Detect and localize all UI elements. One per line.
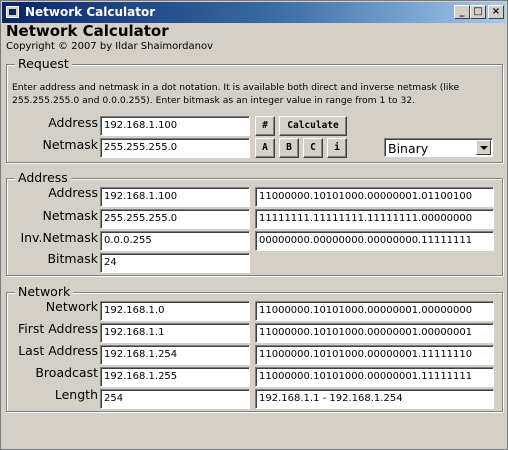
first-address-binary: 11000000.10101000.00000001.00000001: [255, 323, 494, 343]
class-b-button[interactable]: B: [279, 138, 299, 158]
address-value: 192.168.1.100: [100, 187, 250, 207]
network-legend: Network: [15, 284, 74, 299]
inv-netmask-binary: 00000000.00000000.00000000.11111111: [255, 231, 494, 251]
class-c-button[interactable]: C: [303, 138, 323, 158]
class-a-button[interactable]: A: [255, 138, 275, 158]
chevron-down-icon[interactable]: [476, 140, 491, 155]
calculate-button[interactable]: Calculate: [279, 116, 347, 136]
broadcast-binary: 11000000.10101000.00000001.11111111: [255, 367, 494, 387]
address-input-label: Address: [48, 115, 98, 130]
address-legend: Address: [15, 170, 71, 185]
address-input[interactable]: 192.168.1.100: [100, 116, 250, 136]
page-title: Network Calculator: [6, 22, 169, 40]
netmask-binary: 11111111.11111111.11111111.00000000: [255, 209, 494, 229]
bitmask-value: 24: [100, 253, 250, 273]
netmask-input-label: Netmask: [42, 137, 98, 152]
request-legend: Request: [15, 56, 72, 71]
address-label: Address: [48, 185, 98, 200]
network-binary: 11000000.10101000.00000001.00000000: [255, 301, 494, 321]
netmask-label: Netmask: [42, 208, 98, 223]
request-description: Enter address and netmask in a dot notat…: [12, 82, 460, 106]
last-address-binary: 11000000.10101000.00000001.11111110: [255, 345, 494, 365]
last-address-value: 192.168.1.254: [100, 345, 250, 365]
format-select[interactable]: Binary: [384, 138, 493, 157]
netmask-input[interactable]: 255.255.255.0: [100, 138, 250, 158]
netmask-value: 255.255.255.0: [100, 209, 250, 229]
broadcast-value: 192.168.1.255: [100, 367, 250, 387]
length-label: Length: [54, 387, 98, 402]
app-window: Network Calculator _ □ × Network Calcula…: [0, 0, 508, 450]
app-icon: [6, 6, 19, 18]
title-bar[interactable]: Network Calculator _ □ ×: [2, 2, 506, 23]
first-address-label: First Address: [17, 321, 98, 336]
broadcast-label: Broadcast: [35, 365, 98, 380]
inv-netmask-label: Inv.Netmask: [20, 230, 98, 245]
maximize-button[interactable]: □: [470, 5, 486, 19]
first-address-value: 192.168.1.1: [100, 323, 250, 343]
copyright-text: Copyright © 2007 by Ildar Shaimordanov: [6, 41, 214, 52]
last-address-label: Last Address: [18, 343, 98, 358]
close-button[interactable]: ×: [488, 5, 504, 19]
info-button[interactable]: i: [327, 138, 347, 158]
address-range-value: 192.168.1.1 - 192.168.1.254: [255, 389, 494, 409]
network-value: 192.168.1.0: [100, 301, 250, 321]
hash-button[interactable]: #: [255, 116, 275, 136]
bitmask-label: Bitmask: [47, 251, 98, 266]
inv-netmask-value: 0.0.0.255: [100, 231, 250, 251]
address-binary: 11000000.10101000.00000001.01100100: [255, 187, 494, 207]
window-title: Network Calculator: [25, 5, 156, 19]
format-select-value: Binary: [388, 141, 429, 156]
network-label: Network: [45, 299, 98, 314]
length-value: 254: [100, 389, 250, 409]
minimize-button[interactable]: _: [454, 5, 470, 19]
